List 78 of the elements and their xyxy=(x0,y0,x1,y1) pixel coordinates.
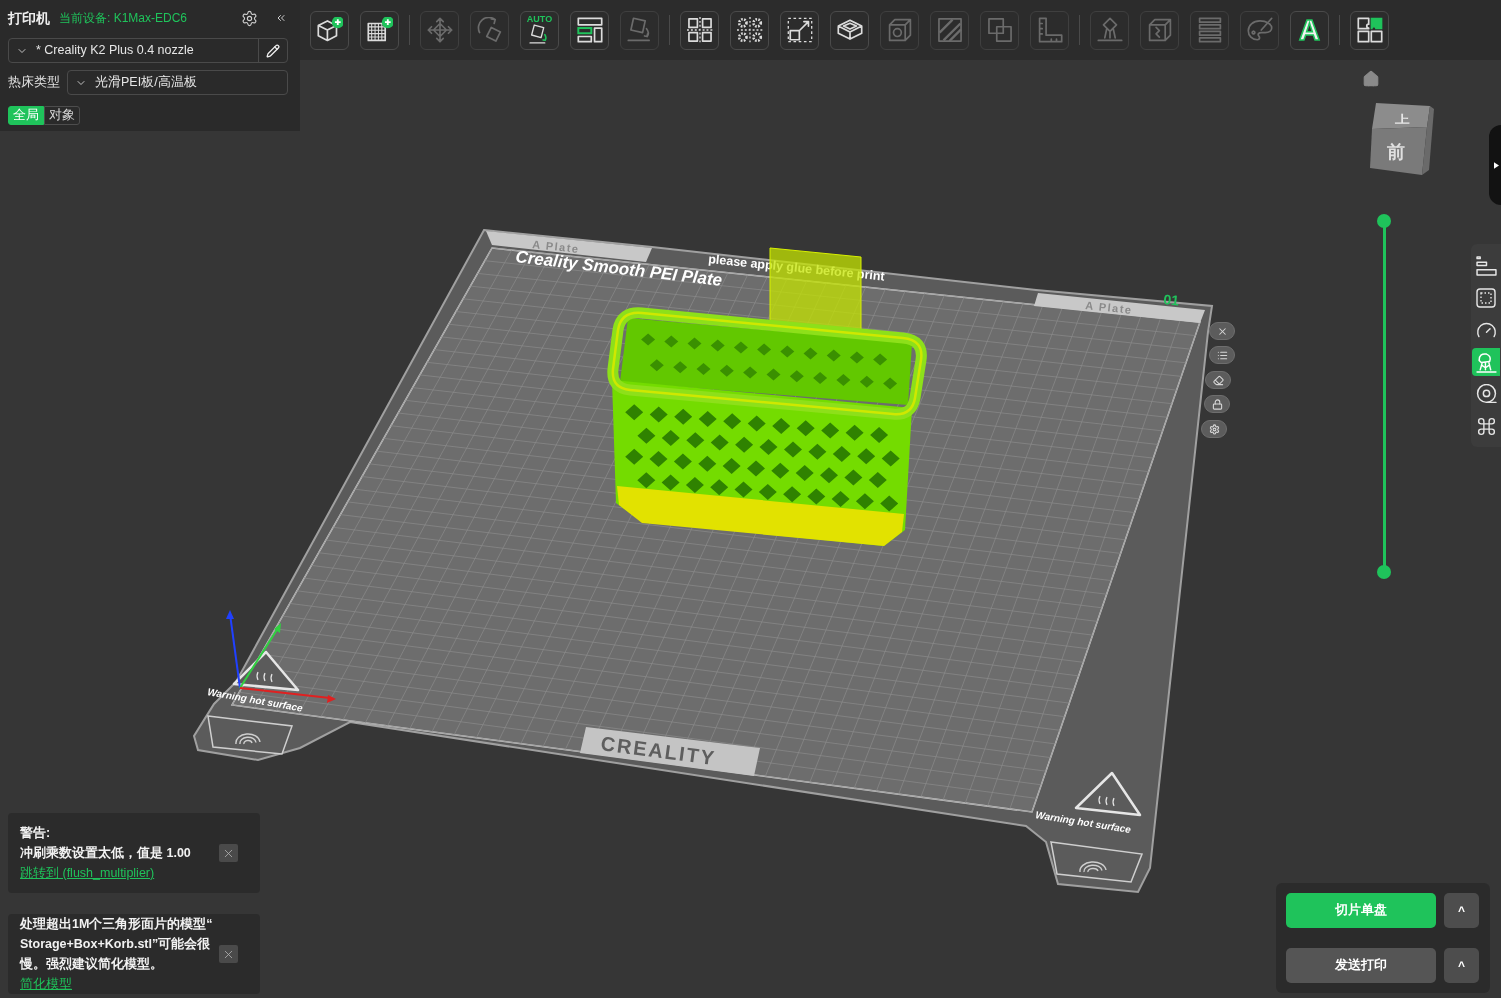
bars-icon xyxy=(1475,255,1497,277)
plate-list-button[interactable] xyxy=(1209,346,1235,364)
list-icon xyxy=(1216,349,1228,361)
toolbar-button[interactable] xyxy=(680,10,719,50)
plate-settings-button[interactable] xyxy=(1201,420,1227,438)
bed-type-select[interactable]: 光滑PEI板/高温板 xyxy=(67,70,288,95)
send-print-button[interactable]: 发送打印 xyxy=(1286,948,1436,983)
layout-blocks-icon xyxy=(576,17,603,43)
fingerprint-icon xyxy=(207,715,294,755)
cube-face-label: 前 xyxy=(1387,142,1405,162)
cube-face-label: 上 xyxy=(1394,112,1410,126)
puzzle-icon xyxy=(1356,17,1383,43)
dotted-square-icon xyxy=(1476,288,1496,308)
fingerprint-icon xyxy=(1050,841,1144,883)
scope-tab[interactable]: 对象 xyxy=(44,106,80,125)
close-icon xyxy=(1216,325,1228,337)
home-icon[interactable] xyxy=(1362,70,1380,88)
four-arrows-icon xyxy=(426,17,453,43)
toolbar-button[interactable]: AUTO xyxy=(520,10,559,50)
hatched-square-icon xyxy=(936,17,963,43)
support-icon xyxy=(1475,351,1497,373)
notched-cube-icon xyxy=(1146,17,1173,43)
bed-type-label: 热床类型 xyxy=(8,74,61,92)
toolbar-button[interactable] xyxy=(830,10,869,50)
four-loops-icon xyxy=(1475,415,1497,437)
toolbar-button[interactable]: A xyxy=(1290,10,1329,50)
printer-preset-select[interactable]: * Creality K2 Plus 0.4 nozzle xyxy=(8,38,288,63)
eraser-icon xyxy=(1212,374,1224,386)
dashed-frame-icon xyxy=(786,17,813,43)
plate-lock-button[interactable] xyxy=(1204,395,1230,413)
panel-title: 打印机 xyxy=(8,8,50,28)
plate-close-button[interactable] xyxy=(1209,322,1235,340)
split-squares-icon xyxy=(686,17,713,43)
target-icon xyxy=(1475,383,1497,405)
grid-plus-icon xyxy=(366,17,393,43)
close-button[interactable] xyxy=(219,945,238,963)
settings-icon[interactable] xyxy=(241,9,258,27)
plate-number: 01 xyxy=(1162,291,1180,309)
tilted-card-icon xyxy=(529,24,550,45)
warning-message: 冲刷乘数设置太低，值是 1.00 xyxy=(20,845,192,862)
toolbar-button[interactable] xyxy=(360,10,399,50)
toolbar-button[interactable] xyxy=(780,10,819,50)
close-button[interactable] xyxy=(219,844,238,862)
ruler-icon xyxy=(1036,17,1063,43)
collapse-icon[interactable] xyxy=(275,12,287,24)
plate-eraser-button[interactable] xyxy=(1205,371,1231,389)
cube-plus-icon xyxy=(316,17,343,43)
lock-icon xyxy=(1211,398,1223,410)
cube-circle-icon xyxy=(886,17,913,43)
hot-surface-warning: Warning hot surface xyxy=(1034,809,1132,836)
dropdown-button[interactable]: ^ xyxy=(1444,948,1479,983)
dropdown-button[interactable]: ^ xyxy=(1444,893,1479,928)
slider-thumb[interactable] xyxy=(1377,214,1391,228)
stacked-bars-icon xyxy=(1196,17,1223,43)
notice-message: 处理超出1M个三角形面片的模型“Storage+Box+Korb.stl”可能会很慢。强烈建议简化模型。 简化模型 xyxy=(20,916,213,993)
settings-icon xyxy=(1208,423,1220,435)
toolbar-button[interactable] xyxy=(1350,10,1389,50)
slider-thumb[interactable] xyxy=(1377,565,1391,579)
brand-label: CREALITY xyxy=(580,727,760,776)
rotate-icon xyxy=(476,17,503,43)
hot-surface-icon xyxy=(1074,771,1142,817)
view-cube[interactable] xyxy=(1370,103,1434,175)
pencil-icon[interactable] xyxy=(266,43,280,58)
support-icon xyxy=(1096,17,1123,43)
current-device: 当前设备: K1Max-EDC6 xyxy=(59,10,188,27)
side-panel-handle[interactable] xyxy=(1489,125,1501,205)
toolbar-button[interactable] xyxy=(310,10,349,50)
hot-surface-warning: Warning hot surface xyxy=(206,686,304,714)
jump-to-setting-link[interactable]: 跳转到 (flush_multiplier) xyxy=(20,863,155,883)
toolbar-button[interactable] xyxy=(570,10,609,50)
dotted-circles-icon xyxy=(736,17,763,43)
triangle-right-icon xyxy=(1494,161,1499,169)
tray-icon xyxy=(836,17,863,43)
simplify-model-link[interactable]: 简化模型 xyxy=(20,977,72,991)
overlapping-squares-icon xyxy=(986,17,1013,43)
toolbar-button[interactable] xyxy=(730,10,769,50)
palette-icon xyxy=(1246,17,1273,43)
warning-title: 警告: xyxy=(20,825,52,842)
